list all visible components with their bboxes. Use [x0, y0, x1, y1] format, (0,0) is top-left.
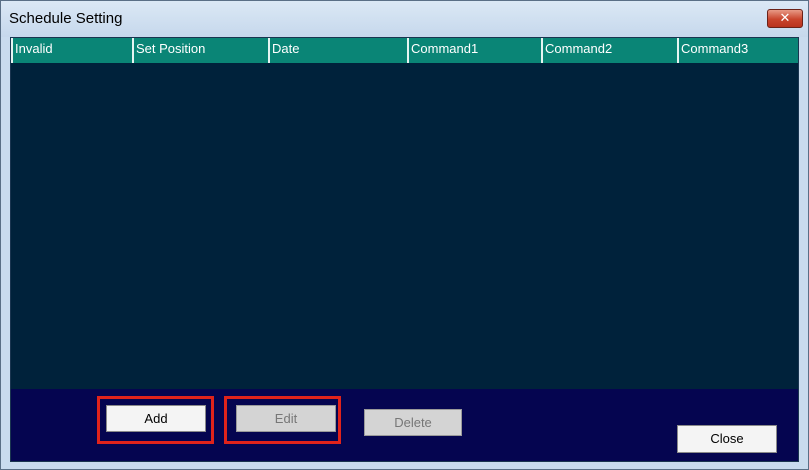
edit-button-highlight — [224, 396, 341, 444]
column-header-command2[interactable]: Command2 — [541, 38, 677, 63]
title-bar[interactable]: Schedule Setting ✕ — [1, 1, 808, 37]
add-button-highlight — [97, 396, 214, 444]
column-header-date[interactable]: Date — [268, 38, 407, 63]
column-header-command3[interactable]: Command3 — [677, 38, 798, 63]
delete-button[interactable]: Delete — [364, 409, 462, 436]
close-icon: ✕ — [779, 11, 791, 26]
window-title: Schedule Setting — [9, 10, 123, 27]
table-header: Invalid Set Position Date Command1 Comma… — [11, 38, 798, 63]
button-bar: Add Edit Delete Close — [11, 389, 798, 461]
close-window-button[interactable]: ✕ — [767, 9, 803, 28]
column-header-set-position[interactable]: Set Position — [132, 38, 268, 63]
close-button[interactable]: Close — [677, 425, 777, 453]
column-header-command1[interactable]: Command1 — [407, 38, 541, 63]
column-header-invalid[interactable]: Invalid — [11, 38, 132, 63]
schedule-setting-window: Schedule Setting ✕ Invalid Set Position … — [0, 0, 809, 470]
dialog-client-area: Invalid Set Position Date Command1 Comma… — [10, 37, 799, 462]
schedule-list[interactable] — [11, 63, 798, 389]
